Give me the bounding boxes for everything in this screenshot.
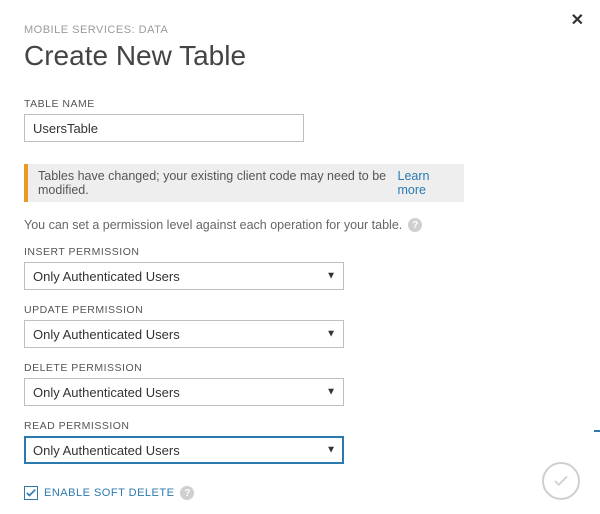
delete-permission-select[interactable]: Only Authenticated Users <box>24 378 344 406</box>
learn-more-link[interactable]: Learn more <box>398 169 455 197</box>
enable-soft-delete-checkbox[interactable] <box>24 486 38 500</box>
table-name-label: TABLE NAME <box>24 98 576 110</box>
read-permission-select-wrap: Only Authenticated Users ▼ <box>24 436 344 464</box>
help-icon[interactable]: ? <box>180 486 194 500</box>
read-permission-select[interactable]: Only Authenticated Users <box>24 436 344 464</box>
checkmark-icon <box>26 488 36 498</box>
table-name-input[interactable] <box>24 114 304 142</box>
help-icon[interactable]: ? <box>408 218 422 232</box>
breadcrumb: MOBILE SERVICES: DATA <box>24 24 576 36</box>
delete-permission-label: DELETE PERMISSION <box>24 362 576 374</box>
update-permission-select-wrap: Only Authenticated Users ▼ <box>24 320 344 348</box>
page-title: Create New Table <box>24 40 576 72</box>
update-permission-label: UPDATE PERMISSION <box>24 304 576 316</box>
edge-marker <box>594 430 600 432</box>
enable-soft-delete-label[interactable]: ENABLE SOFT DELETE <box>44 487 174 499</box>
insert-permission-label: INSERT PERMISSION <box>24 246 576 258</box>
confirm-button[interactable] <box>542 462 580 500</box>
update-permission-select[interactable]: Only Authenticated Users <box>24 320 344 348</box>
close-icon[interactable]: ✕ <box>571 10 584 30</box>
info-banner: Tables have changed; your existing clien… <box>24 164 464 202</box>
insert-permission-select[interactable]: Only Authenticated Users <box>24 262 344 290</box>
permission-hint: You can set a permission level against e… <box>24 218 402 232</box>
create-table-dialog: MOBILE SERVICES: DATA Create New Table T… <box>0 0 600 510</box>
insert-permission-select-wrap: Only Authenticated Users ▼ <box>24 262 344 290</box>
info-banner-text: Tables have changed; your existing clien… <box>38 169 394 197</box>
read-permission-label: READ PERMISSION <box>24 420 576 432</box>
checkmark-icon <box>552 472 570 490</box>
delete-permission-select-wrap: Only Authenticated Users ▼ <box>24 378 344 406</box>
